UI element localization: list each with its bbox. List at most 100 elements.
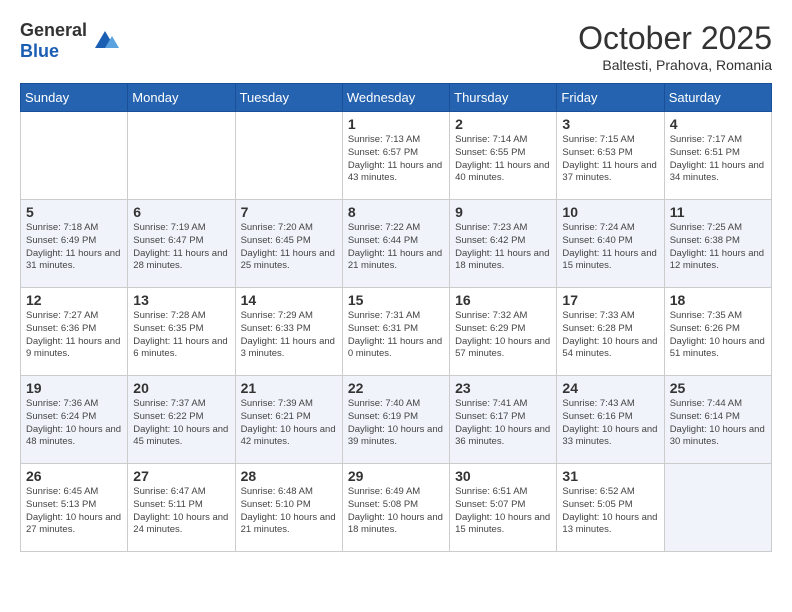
day-info: Sunrise: 7:37 AM Sunset: 6:22 PM Dayligh… (133, 398, 229, 449)
table-row: 21Sunrise: 7:39 AM Sunset: 6:21 PM Dayli… (235, 376, 342, 464)
table-row: 4 Sunrise: 7:17 AM Sunset: 6:51 PM Daylig… (664, 112, 771, 200)
day-number: 5 (26, 204, 122, 220)
day-number: 6 (133, 204, 229, 220)
day-number: 31 (562, 468, 658, 484)
table-row: 31Sunrise: 6:52 AM Sunset: 5:05 PM Dayli… (557, 464, 664, 552)
table-row (21, 112, 128, 200)
day-number: 20 (133, 380, 229, 396)
calendar-table: Sunday Monday Tuesday Wednesday Thursday… (20, 83, 772, 552)
day-number: 18 (670, 292, 766, 308)
logo-icon (90, 26, 120, 56)
day-info: Sunrise: 7:20 AM Sunset: 6:45 PM Dayligh… (241, 222, 337, 273)
calendar-week-row: 19 Sunrise: 7:36 AM Sunset: 6:24 PM Dayli… (21, 376, 772, 464)
table-row: 17 Sunrise: 7:33 AM Sunset: 6:28 PM Dayli… (557, 288, 664, 376)
day-info: Sunrise: 7:23 AM Sunset: 6:42 PM Dayligh… (455, 222, 551, 273)
header-friday: Friday (557, 84, 664, 112)
table-row: 15Sunrise: 7:31 AM Sunset: 6:31 PM Dayli… (342, 288, 449, 376)
day-info: Sunrise: 6:47 AM Sunset: 5:11 PM Dayligh… (133, 486, 229, 537)
day-number: 4 (670, 116, 766, 132)
table-row: 27 Sunrise: 6:47 AM Sunset: 5:11 PM Dayli… (128, 464, 235, 552)
day-number: 8 (348, 204, 444, 220)
day-number: 15 (348, 292, 444, 308)
day-number: 28 (241, 468, 337, 484)
header-sunday: Sunday (21, 84, 128, 112)
day-number: 22 (348, 380, 444, 396)
day-number: 12 (26, 292, 122, 308)
day-number: 13 (133, 292, 229, 308)
day-number: 16 (455, 292, 551, 308)
logo-blue: Blue (20, 41, 59, 61)
title-block: October 2025 Baltesti, Prahova, Romania (578, 20, 772, 73)
location-subtitle: Baltesti, Prahova, Romania (578, 57, 772, 73)
calendar-header-row: Sunday Monday Tuesday Wednesday Thursday… (21, 84, 772, 112)
table-row: 30 Sunrise: 6:51 AM Sunset: 5:07 PM Dayli… (450, 464, 557, 552)
month-title: October 2025 (578, 20, 772, 57)
table-row: 5Sunrise: 7:18 AM Sunset: 6:49 PM Daylig… (21, 200, 128, 288)
day-number: 29 (348, 468, 444, 484)
table-row: 24 Sunrise: 7:43 AM Sunset: 6:16 PM Dayli… (557, 376, 664, 464)
day-number: 17 (562, 292, 658, 308)
day-info: Sunrise: 7:33 AM Sunset: 6:28 PM Dayligh… (562, 310, 658, 361)
day-number: 11 (670, 204, 766, 220)
day-info: Sunrise: 6:49 AM Sunset: 5:08 PM Dayligh… (348, 486, 444, 537)
table-row: 7 Sunrise: 7:20 AM Sunset: 6:45 PM Daylig… (235, 200, 342, 288)
table-row: 2Sunrise: 7:14 AM Sunset: 6:55 PM Daylig… (450, 112, 557, 200)
day-number: 27 (133, 468, 229, 484)
table-row: 9 Sunrise: 7:23 AM Sunset: 6:42 PM Daylig… (450, 200, 557, 288)
day-info: Sunrise: 7:13 AM Sunset: 6:57 PM Dayligh… (348, 134, 444, 185)
day-number: 30 (455, 468, 551, 484)
day-info: Sunrise: 7:44 AM Sunset: 6:14 PM Dayligh… (670, 398, 766, 449)
table-row (128, 112, 235, 200)
day-number: 26 (26, 468, 122, 484)
table-row: 3Sunrise: 7:15 AM Sunset: 6:53 PM Daylig… (557, 112, 664, 200)
day-info: Sunrise: 6:51 AM Sunset: 5:07 PM Dayligh… (455, 486, 551, 537)
page-header: General Blue October 2025 Baltesti, Prah… (20, 20, 772, 73)
day-info: Sunrise: 6:45 AM Sunset: 5:13 PM Dayligh… (26, 486, 122, 537)
table-row (235, 112, 342, 200)
table-row: 1 Sunrise: 7:13 AM Sunset: 6:57 PM Daylig… (342, 112, 449, 200)
day-number: 7 (241, 204, 337, 220)
logo: General Blue (20, 20, 120, 62)
day-number: 24 (562, 380, 658, 396)
table-row: 18 Sunrise: 7:35 AM Sunset: 6:26 PM Dayli… (664, 288, 771, 376)
day-info: Sunrise: 7:22 AM Sunset: 6:44 PM Dayligh… (348, 222, 444, 273)
header-thursday: Thursday (450, 84, 557, 112)
calendar-week-row: 1 Sunrise: 7:13 AM Sunset: 6:57 PM Daylig… (21, 112, 772, 200)
day-number: 1 (348, 116, 444, 132)
calendar-week-row: 5Sunrise: 7:18 AM Sunset: 6:49 PM Daylig… (21, 200, 772, 288)
logo-general: General (20, 20, 87, 40)
table-row (664, 464, 771, 552)
day-info: Sunrise: 7:29 AM Sunset: 6:33 PM Dayligh… (241, 310, 337, 361)
table-row: 13 Sunrise: 7:28 AM Sunset: 6:35 PM Dayli… (128, 288, 235, 376)
day-info: Sunrise: 7:28 AM Sunset: 6:35 PM Dayligh… (133, 310, 229, 361)
day-info: Sunrise: 7:17 AM Sunset: 6:51 PM Dayligh… (670, 134, 766, 185)
table-row: 19 Sunrise: 7:36 AM Sunset: 6:24 PM Dayli… (21, 376, 128, 464)
day-info: Sunrise: 7:43 AM Sunset: 6:16 PM Dayligh… (562, 398, 658, 449)
table-row: 22 Sunrise: 7:40 AM Sunset: 6:19 PM Dayli… (342, 376, 449, 464)
header-saturday: Saturday (664, 84, 771, 112)
day-info: Sunrise: 6:48 AM Sunset: 5:10 PM Dayligh… (241, 486, 337, 537)
day-info: Sunrise: 7:40 AM Sunset: 6:19 PM Dayligh… (348, 398, 444, 449)
table-row: 8 Sunrise: 7:22 AM Sunset: 6:44 PM Daylig… (342, 200, 449, 288)
table-row: 16 Sunrise: 7:32 AM Sunset: 6:29 PM Dayli… (450, 288, 557, 376)
table-row: 25Sunrise: 7:44 AM Sunset: 6:14 PM Dayli… (664, 376, 771, 464)
day-number: 21 (241, 380, 337, 396)
day-number: 23 (455, 380, 551, 396)
day-info: Sunrise: 7:24 AM Sunset: 6:40 PM Dayligh… (562, 222, 658, 273)
day-info: Sunrise: 7:19 AM Sunset: 6:47 PM Dayligh… (133, 222, 229, 273)
header-wednesday: Wednesday (342, 84, 449, 112)
calendar-week-row: 12 Sunrise: 7:27 AM Sunset: 6:36 PM Dayli… (21, 288, 772, 376)
day-number: 19 (26, 380, 122, 396)
header-monday: Monday (128, 84, 235, 112)
day-info: Sunrise: 7:36 AM Sunset: 6:24 PM Dayligh… (26, 398, 122, 449)
table-row: 10Sunrise: 7:24 AM Sunset: 6:40 PM Dayli… (557, 200, 664, 288)
table-row: 14Sunrise: 7:29 AM Sunset: 6:33 PM Dayli… (235, 288, 342, 376)
day-info: Sunrise: 7:35 AM Sunset: 6:26 PM Dayligh… (670, 310, 766, 361)
day-info: Sunrise: 7:32 AM Sunset: 6:29 PM Dayligh… (455, 310, 551, 361)
table-row: 26 Sunrise: 6:45 AM Sunset: 5:13 PM Dayli… (21, 464, 128, 552)
table-row: 23Sunrise: 7:41 AM Sunset: 6:17 PM Dayli… (450, 376, 557, 464)
table-row: 20 Sunrise: 7:37 AM Sunset: 6:22 PM Dayli… (128, 376, 235, 464)
day-info: Sunrise: 7:27 AM Sunset: 6:36 PM Dayligh… (26, 310, 122, 361)
day-number: 9 (455, 204, 551, 220)
day-number: 2 (455, 116, 551, 132)
